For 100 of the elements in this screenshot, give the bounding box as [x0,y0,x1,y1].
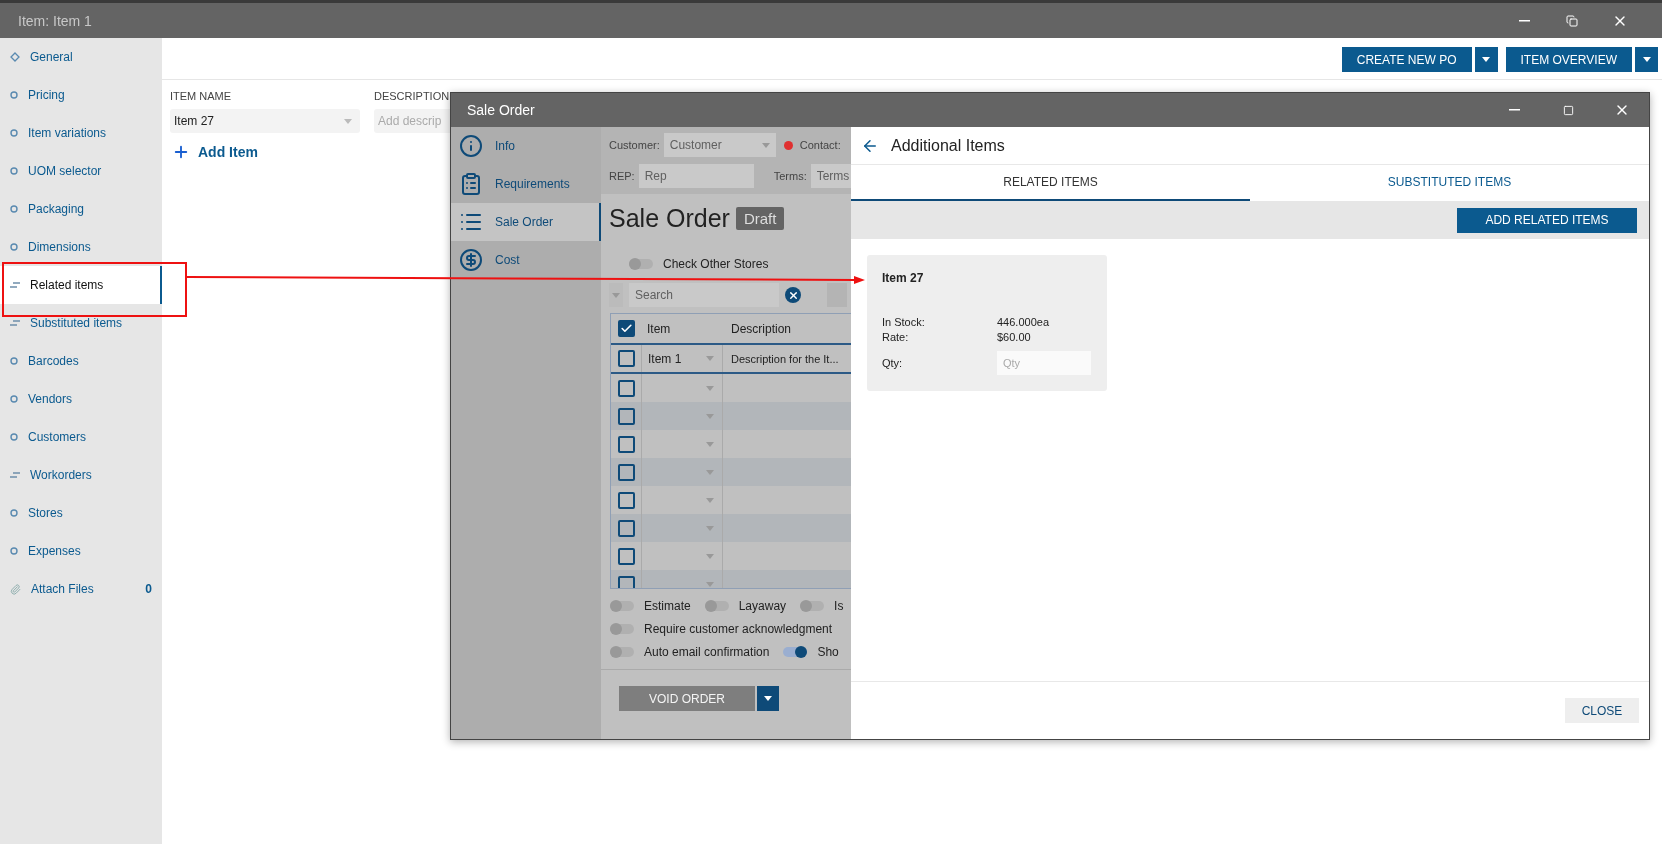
sidebar-item[interactable]: General [0,38,162,76]
dropdown-button[interactable] [757,686,779,711]
field-label: Terms: [773,170,807,182]
field-label: Qty: [882,355,904,371]
item-name: Item 27 [882,271,925,285]
toggle-label: Auto email confirmation [644,645,770,659]
add-related-items-button[interactable]: ADD RELATED ITEMS [1457,207,1637,233]
add-item-button[interactable]: Add Item [172,143,258,161]
checkbox[interactable] [617,379,635,397]
dollar-icon [459,248,483,272]
caret-icon [706,553,714,559]
clipboard-icon [459,172,483,196]
toolbar-button[interactable]: CREATE NEW PO [1341,47,1472,72]
sidebar-item[interactable]: Pricing [0,76,162,114]
customer-dropdown[interactable]: Customer [663,133,776,157]
table-cell-text: Description for the It... [730,351,840,367]
info-icon [459,134,483,158]
sidebar-item[interactable]: Dimensions [0,228,162,266]
dropdown-button[interactable] [1474,47,1498,72]
checkbox[interactable] [617,491,635,509]
toggle-switch[interactable] [704,601,729,611]
toggle-switch[interactable] [783,647,808,657]
item-dropdown[interactable]: Item 1 [641,345,723,372]
sidebar-item[interactable]: Barcodes [0,342,162,380]
paperclip-icon [10,583,21,595]
field-label: DESCRIPTION [374,90,451,102]
caret-icon [761,142,770,148]
sidebar-item[interactable]: Substituted items [0,304,162,342]
caret-icon [706,413,714,419]
nav-item[interactable]: Cost [451,241,601,279]
circle-icon [10,167,18,175]
column-header: Description [730,320,793,338]
clear-button[interactable] [785,287,801,303]
circle-icon [10,509,18,517]
toolbar-button[interactable]: ITEM OVERVIEW [1505,47,1632,72]
field-label: REP: [609,170,635,182]
diamond-icon [10,52,20,62]
caret-icon [706,356,714,361]
toggle-switch[interactable] [629,259,653,269]
toggle-label: Sho [817,645,839,659]
circle-icon [10,547,18,555]
filter-dropdown[interactable] [609,283,623,307]
caret-icon [612,292,620,298]
sidebar-item[interactable]: Expenses [0,532,162,570]
checkbox[interactable] [617,407,635,425]
sidebar-item[interactable]: UOM selector [0,152,162,190]
circle-icon [10,357,18,365]
checkbox[interactable] [617,519,635,537]
toggle-switch[interactable] [610,624,634,634]
toggle-switch[interactable] [610,647,634,657]
caret-icon [1482,57,1491,62]
minimize-icon [1508,109,1520,111]
item-name-dropdown[interactable]: Item 27 [170,109,360,133]
sidebar-item[interactable]: Workorders [0,456,162,494]
restore-icon [1566,14,1578,27]
toggle-label: Estimate [644,599,691,613]
circle-icon [10,205,18,213]
sidebar-item[interactable]: Attach Files 0 [0,570,162,608]
sidebar-item[interactable]: Item variations [0,114,162,152]
field-label: Contact: [799,139,841,151]
sidebar-item[interactable]: Related items [0,266,162,304]
status-dot [783,140,793,150]
lines-icon [10,319,20,327]
sidebar-item[interactable]: Customers [0,418,162,456]
field-label: ITEM NAME [170,90,233,102]
checkbox[interactable] [617,575,635,588]
nav-item[interactable]: Requirements [451,165,601,203]
panel-title: Additional Items [891,136,1005,155]
checkbox[interactable] [617,547,635,565]
circle-icon [10,91,18,99]
dropdown-button[interactable] [1635,47,1658,72]
sidebar-item[interactable]: Vendors [0,380,162,418]
page-heading: Sale Order [609,204,730,233]
clear-icon [787,289,799,301]
nav-item[interactable]: Sale Order [451,203,601,241]
checkbox[interactable] [617,463,635,481]
checkbox[interactable] [617,350,635,367]
circle-icon [10,129,18,137]
toggle-label: Check Other Stores [663,257,769,271]
sidebar-item[interactable]: Stores [0,494,162,532]
toggle-switch[interactable] [800,601,825,611]
sidebar-item[interactable]: Packaging [0,190,162,228]
check-icon [619,322,633,335]
toggle-switch[interactable] [610,601,634,611]
caret-icon [706,385,714,391]
caret-icon [706,497,714,503]
caret-icon [764,696,772,701]
search-field[interactable]: Search [629,283,779,307]
maximize-icon [1562,104,1574,116]
checkbox[interactable] [617,435,635,453]
circle-icon [10,433,18,441]
checkbox[interactable] [617,320,635,337]
caret-icon [1642,57,1651,62]
rep-field[interactable]: Rep [638,164,754,188]
caret-icon [706,469,714,475]
close-button[interactable]: CLOSE [1565,698,1639,723]
field-label: Customer: [609,139,660,151]
window-title: Item: Item 1 [18,12,93,29]
terms-field[interactable]: Terms [810,164,851,188]
circle-icon [10,395,18,403]
